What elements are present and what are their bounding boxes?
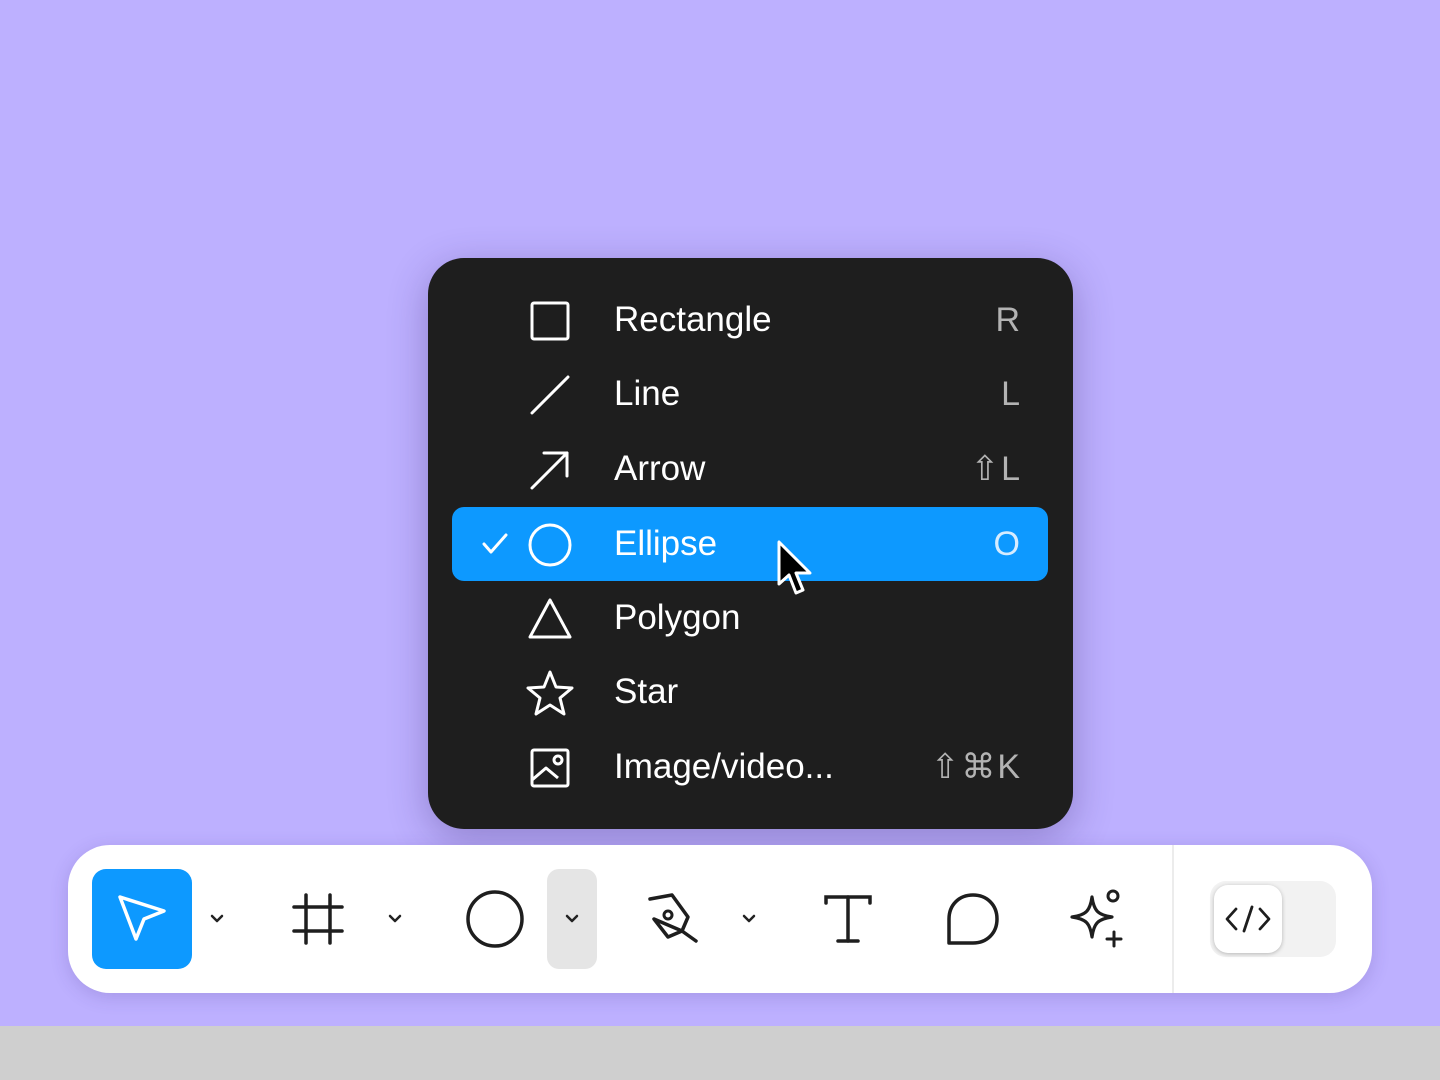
menu-item-label: Image/video... [614, 747, 834, 786]
checkmark-icon [480, 529, 510, 559]
pen-tool-dropdown[interactable] [724, 869, 774, 969]
chevron-down-icon [742, 914, 756, 923]
menu-item-polygon[interactable]: Polygon [452, 581, 1048, 655]
actions-tool-button[interactable] [1046, 869, 1146, 969]
frame-tool-button[interactable] [268, 869, 368, 969]
menu-item-shortcut: R [995, 301, 1022, 339]
shape-tools-menu: Rectangle R Line L Arrow ⇧L Ellipse O Po… [428, 258, 1073, 829]
menu-item-arrow[interactable]: Arrow ⇧L [452, 432, 1048, 506]
menu-item-line[interactable]: Line L [452, 357, 1048, 431]
chevron-down-icon [388, 914, 402, 923]
menu-item-ellipse[interactable]: Ellipse O [452, 507, 1048, 581]
menu-item-label: Line [614, 374, 681, 413]
text-icon [824, 895, 872, 943]
menu-item-label: Arrow [614, 449, 706, 488]
menu-item-shortcut: ⇧⌘K [930, 748, 1022, 786]
shape-tool-button[interactable] [445, 869, 545, 969]
code-icon [1225, 905, 1271, 933]
comment-icon [947, 893, 999, 945]
mouse-pointer-icon [776, 540, 814, 598]
menu-item-star[interactable]: Star [452, 655, 1048, 729]
menu-item-label: Ellipse [614, 524, 718, 563]
text-tool-button[interactable] [798, 869, 898, 969]
polygon-icon [526, 595, 574, 643]
ellipse-icon [526, 521, 574, 569]
star-icon [526, 669, 574, 717]
menu-item-image-video[interactable]: Image/video... ⇧⌘K [452, 730, 1048, 804]
pen-tool-button[interactable] [622, 869, 722, 969]
chevron-down-icon [210, 914, 224, 923]
shape-tool-dropdown[interactable] [547, 869, 597, 969]
menu-item-shortcut: L [1001, 375, 1022, 413]
bottom-toolbar [68, 845, 1372, 993]
rectangle-icon [526, 297, 574, 345]
menu-item-shortcut: ⇧L [970, 450, 1022, 488]
bottom-strip [0, 1026, 1440, 1080]
line-icon [526, 371, 574, 419]
menu-item-rectangle[interactable]: Rectangle R [452, 283, 1048, 357]
frame-icon [292, 893, 344, 945]
move-cursor-icon [118, 895, 166, 941]
dev-mode-toggle[interactable] [1210, 881, 1336, 957]
move-tool-button[interactable] [92, 869, 192, 969]
frame-tool-dropdown[interactable] [370, 869, 420, 969]
comment-tool-button[interactable] [923, 869, 1023, 969]
chevron-down-icon [565, 914, 579, 923]
menu-item-shortcut: O [993, 525, 1022, 563]
image-icon [526, 744, 574, 792]
menu-item-label: Star [614, 672, 679, 711]
pen-icon [648, 893, 698, 943]
ellipse-icon [466, 890, 524, 948]
toolbar-divider [1172, 845, 1174, 993]
sparkle-icon [1070, 889, 1123, 948]
menu-item-label: Polygon [614, 598, 741, 637]
menu-item-label: Rectangle [614, 300, 772, 339]
arrow-icon [526, 446, 574, 494]
dev-mode-toggle-knob [1214, 885, 1282, 953]
move-tool-dropdown[interactable] [192, 869, 242, 969]
